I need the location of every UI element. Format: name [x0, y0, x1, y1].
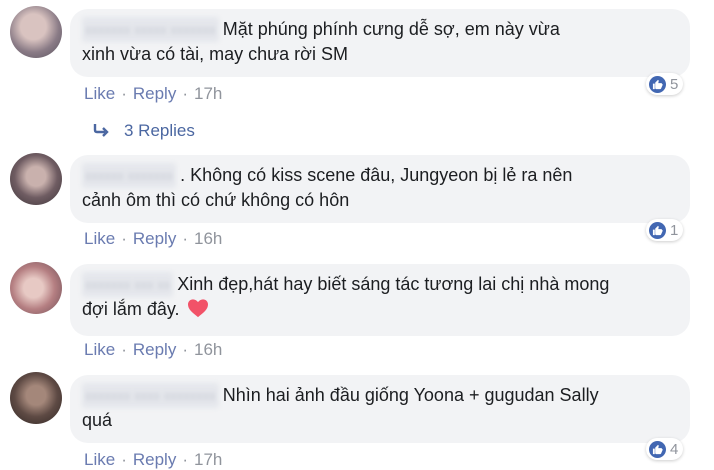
separator: · — [182, 84, 188, 103]
timestamp[interactable]: 16h — [194, 229, 222, 249]
like-reaction-icon — [649, 440, 666, 458]
separator: · — [121, 84, 127, 103]
reply-link[interactable]: Reply — [133, 450, 176, 470]
reply-link[interactable]: Reply — [133, 340, 176, 360]
separator: · — [182, 450, 188, 469]
comment-text-line2: cảnh ôm thì có chứ không có hôn — [82, 190, 350, 210]
author-name-blurred[interactable]: xxxxxx xxxxxxx — [82, 163, 177, 188]
reaction-count-badge[interactable]: 4 — [646, 438, 684, 460]
timestamp[interactable]: 17h — [194, 450, 222, 470]
comment-actions: Like · Reply · 16h — [84, 229, 222, 249]
comment-actions: Like · Reply · 17h — [84, 84, 222, 104]
timestamp[interactable]: 16h — [194, 340, 222, 360]
comment-text-line2: đợi lắm đây. — [82, 299, 180, 319]
comment-actions: Like · Reply · 17h — [84, 450, 222, 470]
reply-link[interactable]: Reply — [133, 84, 176, 104]
comment-text-line2: xinh vừa có tài, may chưa rời SM — [82, 44, 348, 64]
like-link[interactable]: Like — [84, 450, 115, 470]
view-replies-link[interactable]: 3 Replies — [92, 121, 195, 141]
heart-emoji-icon — [187, 298, 209, 318]
comment-bubble: xxxxxx xxxxxxx. Không có kiss scene đâu,… — [70, 155, 690, 223]
comment-bubble: xxxxxxx xxx xx Xinh đẹp,hát hay biết sáng… — [70, 264, 690, 336]
comment-text-line1: Mặt phúng phính cưng dễ sợ, em này vừa — [222, 19, 560, 39]
reply-arrow-icon — [92, 122, 110, 137]
like-reaction-icon — [649, 221, 666, 239]
avatar[interactable] — [10, 6, 62, 58]
reaction-count: 4 — [670, 440, 679, 458]
comment-bubble: xxxxxxx xxxx xxxxxxxx Nhìn hai ảnh đầu gi… — [70, 375, 690, 443]
author-name-blurred[interactable]: xxxxxxx xxx xx — [82, 272, 174, 297]
author-name-blurred[interactable]: xxxxxxx xxxxx xxxxxxx — [82, 17, 219, 42]
reaction-count: 5 — [670, 75, 679, 93]
reaction-count: 1 — [670, 221, 679, 239]
timestamp[interactable]: 17h — [194, 84, 222, 104]
separator: · — [182, 229, 188, 248]
reaction-count-badge[interactable]: 5 — [646, 73, 684, 95]
comment-bubble: xxxxxxx xxxxx xxxxxxx Mặt phúng phính cưn… — [70, 9, 690, 77]
like-reaction-icon — [649, 75, 666, 93]
reaction-count-badge[interactable]: 1 — [646, 219, 684, 241]
author-name-blurred[interactable]: xxxxxxx xxxx xxxxxxxx — [82, 383, 219, 408]
avatar[interactable] — [10, 153, 62, 205]
comment-text-line1: . Không có kiss scene đâu, Jungyeon bị l… — [180, 165, 573, 185]
separator: · — [121, 340, 127, 359]
avatar[interactable] — [10, 372, 62, 424]
avatar[interactable] — [10, 262, 62, 314]
comment-text-line2: quá — [82, 410, 113, 430]
like-link[interactable]: Like — [84, 340, 115, 360]
separator: · — [182, 340, 188, 359]
like-link[interactable]: Like — [84, 229, 115, 249]
replies-count-label: 3 Replies — [124, 121, 195, 140]
separator: · — [121, 229, 127, 248]
like-link[interactable]: Like — [84, 84, 115, 104]
separator: · — [121, 450, 127, 469]
reply-link[interactable]: Reply — [133, 229, 176, 249]
comment-text-line1: Xinh đẹp,hát hay biết sáng tác tương lai… — [177, 274, 610, 294]
comment-text-line1: Nhìn hai ảnh đầu giống Yoona + gugudan S… — [222, 385, 599, 405]
comment-actions: Like · Reply · 16h — [84, 340, 222, 360]
